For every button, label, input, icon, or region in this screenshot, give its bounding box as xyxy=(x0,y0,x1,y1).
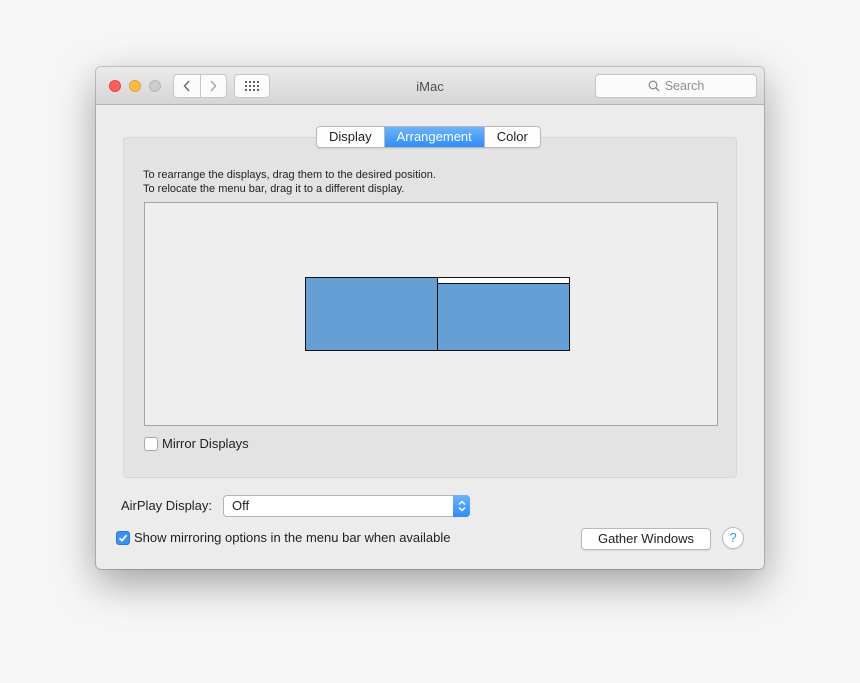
menu-bar-handle[interactable] xyxy=(438,278,569,284)
instruction-line-1: To rearrange the displays, drag them to … xyxy=(143,169,436,181)
tab-bar: Display Arrangement Color xyxy=(316,126,541,148)
display-2[interactable] xyxy=(437,277,570,351)
search-placeholder: Search xyxy=(664,79,705,93)
airplay-display-label: AirPlay Display: xyxy=(121,498,213,513)
search-field[interactable]: Search xyxy=(595,74,757,98)
help-button[interactable]: ? xyxy=(722,527,744,549)
checkmark-icon xyxy=(118,534,128,542)
display-arrangement-area xyxy=(144,202,718,426)
tab-display[interactable]: Display xyxy=(317,127,384,147)
mirror-displays-checkbox[interactable] xyxy=(144,437,158,451)
instruction-line-2: To relocate the menu bar, drag it to a d… xyxy=(143,183,405,195)
title-bar[interactable]: iMac Search xyxy=(96,67,764,105)
tab-color[interactable]: Color xyxy=(483,127,540,147)
display-1[interactable] xyxy=(305,277,438,351)
airplay-selected-value: Off xyxy=(232,498,250,513)
arrangement-instructions: To rearrange the displays, drag them to … xyxy=(143,168,436,196)
mirror-displays-label: Mirror Displays xyxy=(162,436,249,451)
search-icon xyxy=(648,80,660,92)
show-mirroring-checkbox[interactable] xyxy=(116,531,130,545)
updown-chevron-icon xyxy=(453,495,470,517)
tab-arrangement[interactable]: Arrangement xyxy=(383,127,484,147)
gather-windows-button[interactable]: Gather Windows xyxy=(581,528,711,550)
airplay-display-popup[interactable]: Off xyxy=(223,495,470,517)
system-preferences-window: iMac Search Display Arrangement Color To… xyxy=(96,67,764,569)
show-mirroring-label: Show mirroring options in the menu bar w… xyxy=(134,530,451,545)
